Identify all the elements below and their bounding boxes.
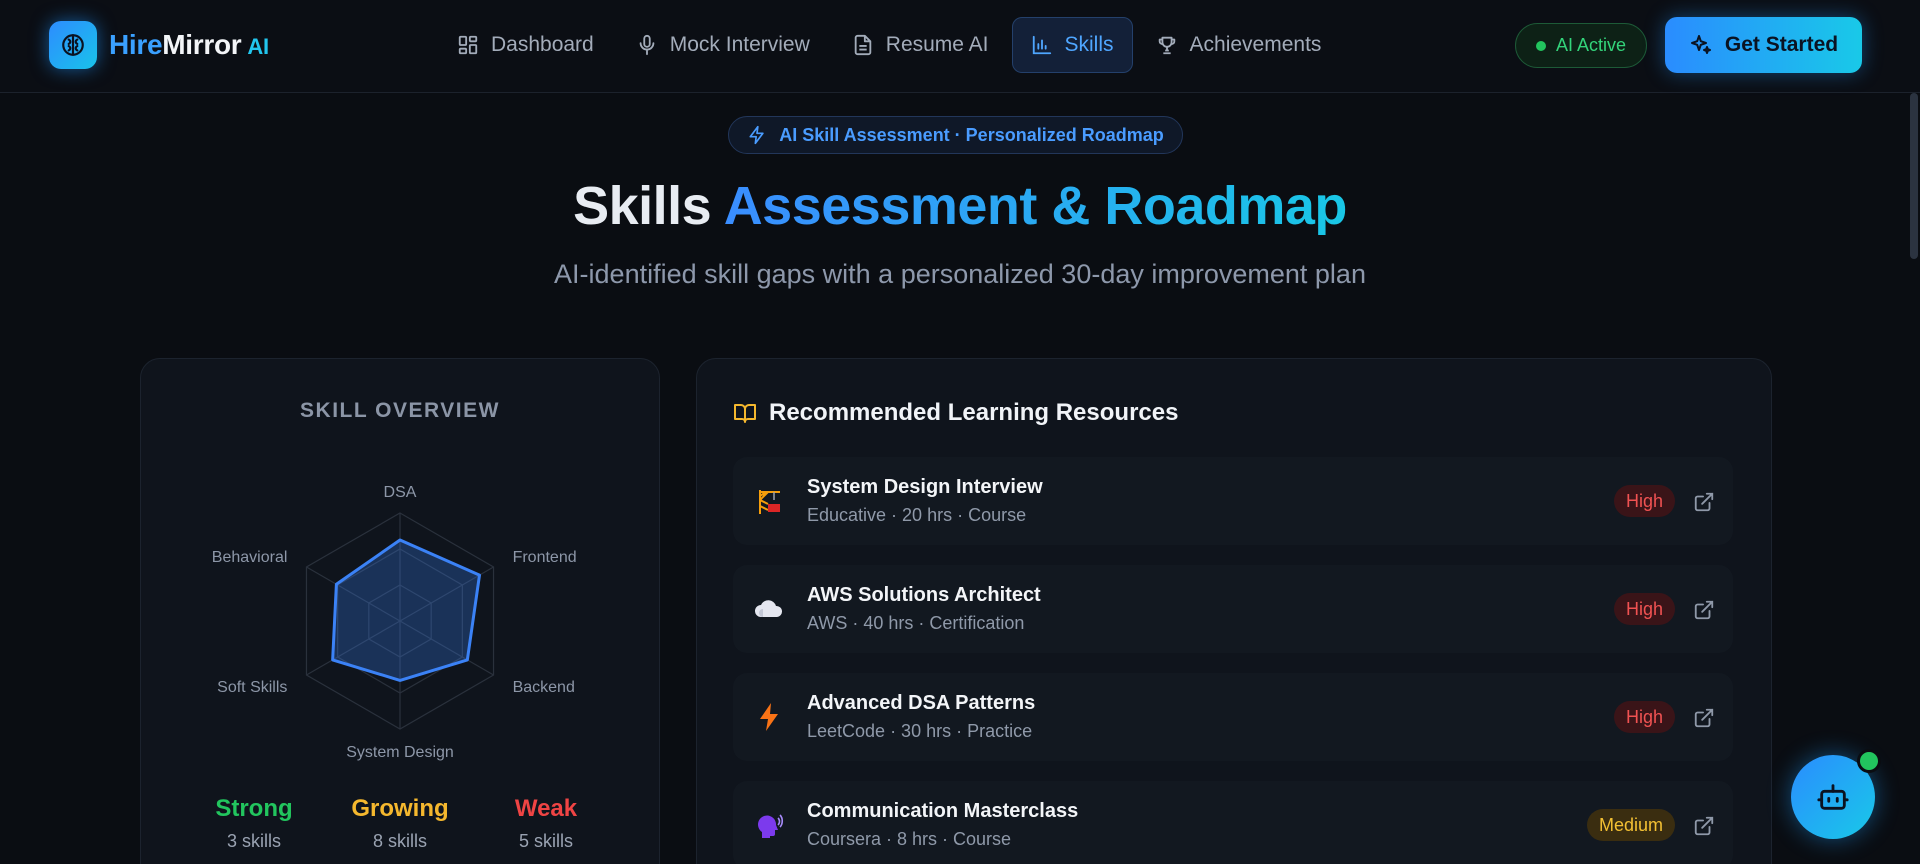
skill-overview-card: SKILL OVERVIEW DSA Frontend Backend System … (140, 358, 660, 864)
bar-chart-icon (1032, 35, 1051, 55)
resources-header: Recommended Learning Resources (733, 399, 1178, 427)
robot-icon (1817, 784, 1849, 810)
ai-status-badge: AI Active (1515, 23, 1647, 68)
cloud-icon (753, 593, 785, 625)
hero-pill: AI Skill Assessment · Personalized Roadm… (728, 116, 1183, 154)
learning-resources-card: Recommended Learning Resources System De… (696, 358, 1772, 864)
resource-meta: Educative · 20 hrs · Course (807, 505, 1027, 525)
open-book-icon (734, 404, 756, 423)
lightning-icon (749, 125, 764, 145)
page-subtitle: AI-identified skill gaps with a personal… (554, 259, 1366, 289)
nav-item-label: Dashboard (491, 33, 594, 56)
page-title-gradient: Assessment & Roadmap (723, 176, 1348, 236)
construction-crane-icon (753, 485, 785, 517)
document-icon (854, 34, 872, 56)
priority-badge: High (1613, 485, 1675, 517)
sparkles-icon (1690, 35, 1711, 54)
lightning-icon (753, 701, 785, 733)
online-indicator (1857, 749, 1881, 773)
radar-axis-label: DSA (384, 484, 417, 501)
ai-status-label: AI Active (1555, 35, 1627, 55)
nav-item-label: Achievements (1189, 33, 1322, 56)
nav-item-achievements[interactable]: Achievements (1137, 17, 1341, 73)
nav-item-label: Skills (1064, 33, 1114, 56)
trophy-icon (1158, 36, 1175, 55)
brand-ai: AI (247, 34, 269, 59)
external-link-icon[interactable] (1693, 707, 1715, 729)
nav-item-resume-ai[interactable]: Resume AI (833, 17, 1008, 73)
top-nav: HireMirror AI Dashboard Mock Interview Re… (0, 0, 1920, 93)
brand-mirror: Mirror (162, 29, 242, 60)
resource-name: System Design Interview (807, 476, 1043, 498)
external-link-icon[interactable] (1693, 491, 1715, 513)
brand-logo[interactable]: HireMirror AI (49, 21, 269, 69)
priority-badge: High (1613, 593, 1675, 625)
priority-badge: High (1613, 701, 1675, 733)
stat-weak: Weak 5 skills (476, 795, 616, 852)
radar-axis-label: Soft Skills (217, 679, 287, 696)
status-dot-icon (1535, 40, 1546, 51)
stat-strong: Strong 3 skills (184, 795, 324, 852)
stat-count: 5 skills (518, 831, 573, 851)
brand-hire: Hire (109, 29, 163, 60)
dashboard-grid-icon (458, 35, 478, 55)
resource-item[interactable]: Advanced DSA Patterns LeetCode · 30 hrs … (733, 673, 1733, 761)
stat-label: Strong (215, 795, 293, 822)
resource-item[interactable]: AWS Solutions Architect AWS · 40 hrs · C… (733, 565, 1733, 653)
external-link-icon[interactable] (1693, 599, 1715, 621)
page-title: Skills Assessment & Roadmap (0, 175, 1920, 237)
radar-axis-label: System Design (346, 744, 454, 761)
page-title-plain: Skills (573, 176, 724, 236)
nav-item-label: Mock Interview (669, 33, 810, 56)
resource-meta: AWS · 40 hrs · Certification (807, 613, 1025, 633)
resource-name: AWS Solutions Architect (807, 584, 1041, 606)
priority-badge: Medium (1586, 809, 1675, 841)
resources-list: System Design Interview Educative · 20 h… (733, 457, 1733, 864)
stat-count: 3 skills (226, 831, 281, 851)
radar-axis-label: Behavioral (212, 549, 288, 566)
skill-stats: Strong 3 skills Growing 8 skills Weak 5 … (141, 795, 659, 852)
resource-meta: Coursera · 8 hrs · Course (807, 829, 1012, 849)
resource-name: Advanced DSA Patterns (807, 692, 1036, 714)
get-started-button[interactable]: Get Started (1665, 17, 1862, 73)
microphone-icon (639, 34, 655, 56)
nav-item-skills[interactable]: Skills (1011, 17, 1133, 73)
radar-axis-label: Backend (513, 679, 575, 696)
skill-overview-title: SKILL OVERVIEW (300, 399, 500, 422)
nav-item-dashboard[interactable]: Dashboard (438, 17, 613, 73)
skill-radar-chart: DSA Frontend Backend System Design Soft Skil… (212, 484, 577, 761)
stat-label: Growing (351, 795, 449, 822)
stat-count: 8 skills (372, 831, 427, 851)
resource-meta: LeetCode · 30 hrs · Practice (807, 721, 1033, 741)
radar-axis-label: Frontend (513, 549, 577, 566)
stat-label: Weak (514, 795, 578, 822)
resource-name: Communication Masterclass (807, 800, 1079, 822)
nav-item-label: Resume AI (885, 33, 989, 56)
brain-icon (49, 21, 97, 69)
resource-item[interactable]: System Design Interview Educative · 20 h… (733, 457, 1733, 545)
stat-growing: Growing 8 skills (330, 795, 470, 852)
get-started-label: Get Started (1724, 33, 1839, 56)
external-link-icon[interactable] (1693, 815, 1715, 837)
resources-title: Recommended Learning Resources (769, 399, 1179, 426)
hero-pill-label: AI Skill Assessment · Personalized Roadm… (779, 124, 1164, 145)
radar-skill-area (331, 538, 482, 682)
resource-item[interactable]: Communication Masterclass Coursera · 8 h… (733, 781, 1733, 864)
speaking-head-icon (753, 809, 785, 841)
nav-item-mock-interview[interactable]: Mock Interview (617, 17, 829, 73)
